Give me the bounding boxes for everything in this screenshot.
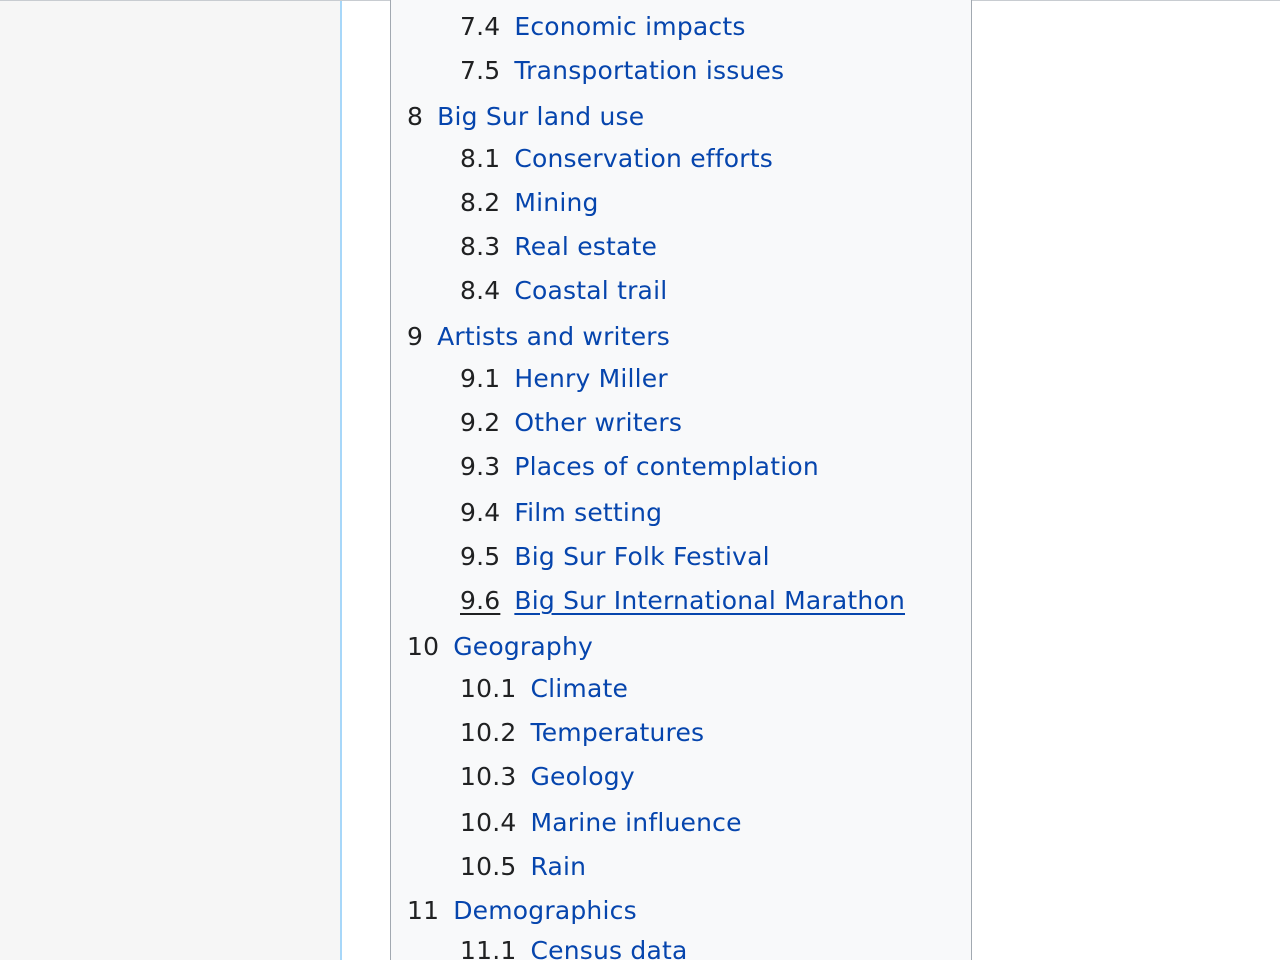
toc-number: 9.1 <box>460 364 501 393</box>
toc-item-8-3[interactable]: 8.3 Real estate <box>460 232 657 262</box>
toc-item-8-1[interactable]: 8.1 Conservation efforts <box>460 144 773 174</box>
toc-number: 8.4 <box>460 276 501 305</box>
toc-number: 9.2 <box>460 408 501 437</box>
toc-item-9[interactable]: 9 Artists and writers <box>407 322 670 352</box>
toc-item-9-5[interactable]: 9.5 Big Sur Folk Festival <box>460 542 770 572</box>
toc-link-text[interactable]: Geography <box>453 632 593 661</box>
toc-link-text[interactable]: Climate <box>530 674 628 703</box>
toc-item-9-1[interactable]: 9.1 Henry Miller <box>460 364 668 394</box>
toc-item-8-4[interactable]: 8.4 Coastal trail <box>460 276 667 306</box>
toc-link-text[interactable]: Coastal trail <box>514 276 667 305</box>
toc-item-9-4[interactable]: 9.4 Film setting <box>460 498 662 528</box>
toc-item-9-6[interactable]: 9.6 Big Sur International Marathon <box>460 586 905 616</box>
toc-number: 11 <box>407 896 440 925</box>
toc-link-text[interactable]: Transportation issues <box>514 56 784 85</box>
toc-link-text[interactable]: Mining <box>514 188 598 217</box>
toc-number: 9.6 <box>460 586 501 615</box>
toc-number: 9 <box>407 322 424 351</box>
toc-item-9-2[interactable]: 9.2 Other writers <box>460 408 682 438</box>
toc-link-text[interactable]: Artists and writers <box>437 322 670 351</box>
wiki-page: 7.4 Economic impacts 7.5 Transportation iss… <box>0 0 1280 960</box>
toc-item-10-1[interactable]: 10.1 Climate <box>460 674 628 704</box>
toc-number: 10.4 <box>460 808 517 837</box>
toc-number: 9.5 <box>460 542 501 571</box>
toc-link-text[interactable]: Geology <box>530 762 634 791</box>
toc-number: 10.5 <box>460 852 517 881</box>
toc-number: 10.1 <box>460 674 517 703</box>
toc-item-10[interactable]: 10 Geography <box>407 632 593 662</box>
toc-link-text[interactable]: Rain <box>530 852 586 881</box>
toc-item-9-3[interactable]: 9.3 Places of contemplation <box>460 452 819 482</box>
toc-link-text[interactable]: Big Sur Folk Festival <box>514 542 769 571</box>
left-sidebar <box>0 1 342 960</box>
toc-number: 8.1 <box>460 144 501 173</box>
toc-number: 7.4 <box>460 12 501 41</box>
toc-item-8[interactable]: 8 Big Sur land use <box>407 102 644 132</box>
toc-link-text[interactable]: Places of contemplation <box>514 452 819 481</box>
toc-link-text[interactable]: Big Sur land use <box>437 102 644 131</box>
toc-link-text[interactable]: Film setting <box>514 498 662 527</box>
toc-item-7-4[interactable]: 7.4 Economic impacts <box>460 12 746 42</box>
toc-item-10-4[interactable]: 10.4 Marine influence <box>460 808 742 838</box>
toc-link-text[interactable]: Conservation efforts <box>514 144 773 173</box>
toc-number: 8.2 <box>460 188 501 217</box>
toc-item-10-5[interactable]: 10.5 Rain <box>460 852 586 882</box>
toc-link-text[interactable]: Demographics <box>453 896 637 925</box>
toc-item-11[interactable]: 11 Demographics <box>407 896 637 926</box>
toc-link-text[interactable]: Real estate <box>514 232 657 261</box>
toc-item-8-2[interactable]: 8.2 Mining <box>460 188 599 218</box>
toc-item-10-3[interactable]: 10.3 Geology <box>460 762 635 792</box>
toc-link-text[interactable]: Temperatures <box>530 718 704 747</box>
toc-item-7-5[interactable]: 7.5 Transportation issues <box>460 56 784 86</box>
toc-number: 7.5 <box>460 56 501 85</box>
toc-number: 10.2 <box>460 718 517 747</box>
toc-link-text[interactable]: Henry Miller <box>514 364 668 393</box>
toc-number: 9.3 <box>460 452 501 481</box>
toc-number: 8.3 <box>460 232 501 261</box>
toc-link-text[interactable]: Marine influence <box>530 808 741 837</box>
toc-number: 9.4 <box>460 498 501 527</box>
toc-number: 10 <box>407 632 440 661</box>
toc-link-text[interactable]: Census data <box>530 936 687 960</box>
toc-link-text[interactable]: Big Sur International Marathon <box>514 586 905 615</box>
table-of-contents: 7.4 Economic impacts 7.5 Transportation iss… <box>390 0 972 960</box>
toc-number: 11.1 <box>460 936 517 960</box>
toc-number: 8 <box>407 102 424 131</box>
toc-item-11-1[interactable]: 11.1 Census data <box>460 936 688 960</box>
toc-link-text[interactable]: Other writers <box>514 408 682 437</box>
toc-number: 10.3 <box>460 762 517 791</box>
toc-item-10-2[interactable]: 10.2 Temperatures <box>460 718 704 748</box>
toc-link-text[interactable]: Economic impacts <box>514 12 745 41</box>
